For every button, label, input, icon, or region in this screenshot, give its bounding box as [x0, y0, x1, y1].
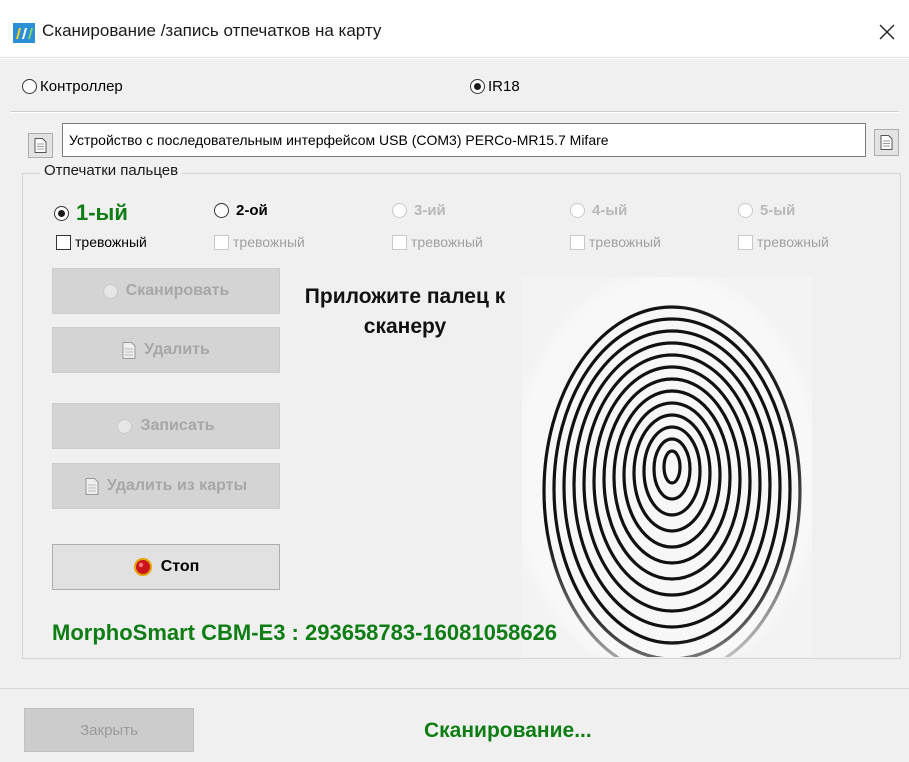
- alarm-checkbox-4[interactable]: тревожный: [570, 234, 661, 250]
- alarm-label-2: тревожный: [233, 234, 305, 250]
- radio-circle-icon: [214, 203, 229, 218]
- dialog-body: Контроллер IR18 Устройство с последовате…: [0, 59, 909, 762]
- status-text: Сканирование...: [424, 719, 592, 742]
- finger-4-radio[interactable]: 4-ый: [570, 202, 627, 219]
- alarm-checkbox-2[interactable]: тревожный: [214, 234, 305, 250]
- finger-4-label: 4-ый: [592, 202, 628, 219]
- fingerprints-legend: Отпечатки пальцев: [40, 162, 183, 179]
- radio-circle-icon: [117, 418, 133, 434]
- alarm-checkbox-5[interactable]: тревожный: [738, 234, 829, 250]
- scanner-device-info: MorphoSmart CBM-E3 : 293658783-160810586…: [52, 620, 558, 645]
- radio-circle-icon: [102, 283, 118, 299]
- finger-1-radio[interactable]: 1-ый: [54, 200, 128, 226]
- document-icon: [34, 138, 47, 153]
- checkbox-box: [570, 234, 585, 250]
- window-title: Сканирование /запись отпечатков на карту: [42, 21, 382, 40]
- scan-prompt: Приложите палец к сканеру: [304, 285, 506, 338]
- alarm-label-5: тревожный: [757, 234, 829, 250]
- delete-from-card-button-label: Удалить из карты: [106, 477, 248, 494]
- footer-divider: [0, 688, 909, 689]
- stop-button-label: Стоп: [160, 558, 200, 575]
- stop-icon: [133, 558, 152, 576]
- checkbox-box: [392, 234, 407, 250]
- delete-button-label: Удалить: [144, 341, 210, 358]
- finger-5-label: 5-ый: [760, 202, 796, 219]
- mode-ir18-radio[interactable]: IR18: [470, 78, 520, 95]
- checkbox-box: [56, 234, 71, 250]
- radio-circle-icon: [570, 203, 585, 218]
- alarm-checkbox-1[interactable]: тревожный: [56, 234, 147, 250]
- mode-ir18-label: IR18: [488, 78, 520, 95]
- perco-app-icon: [13, 23, 35, 43]
- divider: [10, 111, 899, 113]
- fingerprint-image: [522, 277, 812, 657]
- radio-circle-icon: [470, 79, 485, 94]
- fingerprint-icon: [522, 277, 812, 657]
- device-field[interactable]: Устройство с последовательным интерфейсо…: [62, 123, 866, 157]
- document-icon: [122, 341, 136, 359]
- mode-controller-label: Контроллер: [40, 78, 123, 95]
- scan-button[interactable]: Сканировать: [52, 268, 280, 314]
- close-icon: [879, 24, 895, 40]
- finger-3-radio[interactable]: 3-ий: [392, 202, 446, 219]
- alarm-label-4: тревожный: [589, 234, 661, 250]
- finger-2-label: 2-ой: [236, 202, 268, 219]
- alarm-checkbox-3[interactable]: тревожный: [392, 234, 483, 250]
- delete-from-card-button[interactable]: Удалить из карты: [52, 463, 280, 509]
- device-select-button[interactable]: [28, 133, 53, 158]
- close-button[interactable]: [865, 12, 909, 52]
- mode-controller-radio[interactable]: Контроллер: [22, 78, 123, 95]
- device-browse-button[interactable]: [874, 129, 899, 156]
- stop-button[interactable]: Стоп: [52, 544, 280, 590]
- scan-button-label: Сканировать: [125, 282, 230, 299]
- radio-circle-icon: [738, 203, 753, 218]
- checkbox-box: [214, 234, 229, 250]
- document-icon: [880, 135, 893, 150]
- close-dialog-button[interactable]: Закрыть: [24, 708, 194, 752]
- finger-2-radio[interactable]: 2-ой: [214, 202, 268, 219]
- write-button-label: Записать: [140, 417, 215, 434]
- document-icon: [85, 477, 99, 495]
- radio-circle-icon: [54, 205, 69, 221]
- checkbox-box: [738, 234, 753, 250]
- title-bar: Сканирование /запись отпечатков на карту: [0, 0, 909, 58]
- alarm-label-3: тревожный: [411, 234, 483, 250]
- finger-1-label: 1-ый: [76, 200, 128, 225]
- finger-5-radio[interactable]: 5-ый: [738, 202, 795, 219]
- delete-button[interactable]: Удалить: [52, 327, 280, 373]
- radio-circle-icon: [22, 79, 37, 94]
- finger-3-label: 3-ий: [414, 202, 446, 219]
- write-button[interactable]: Записать: [52, 403, 280, 449]
- radio-circle-icon: [392, 203, 407, 218]
- alarm-label-1: тревожный: [75, 234, 147, 250]
